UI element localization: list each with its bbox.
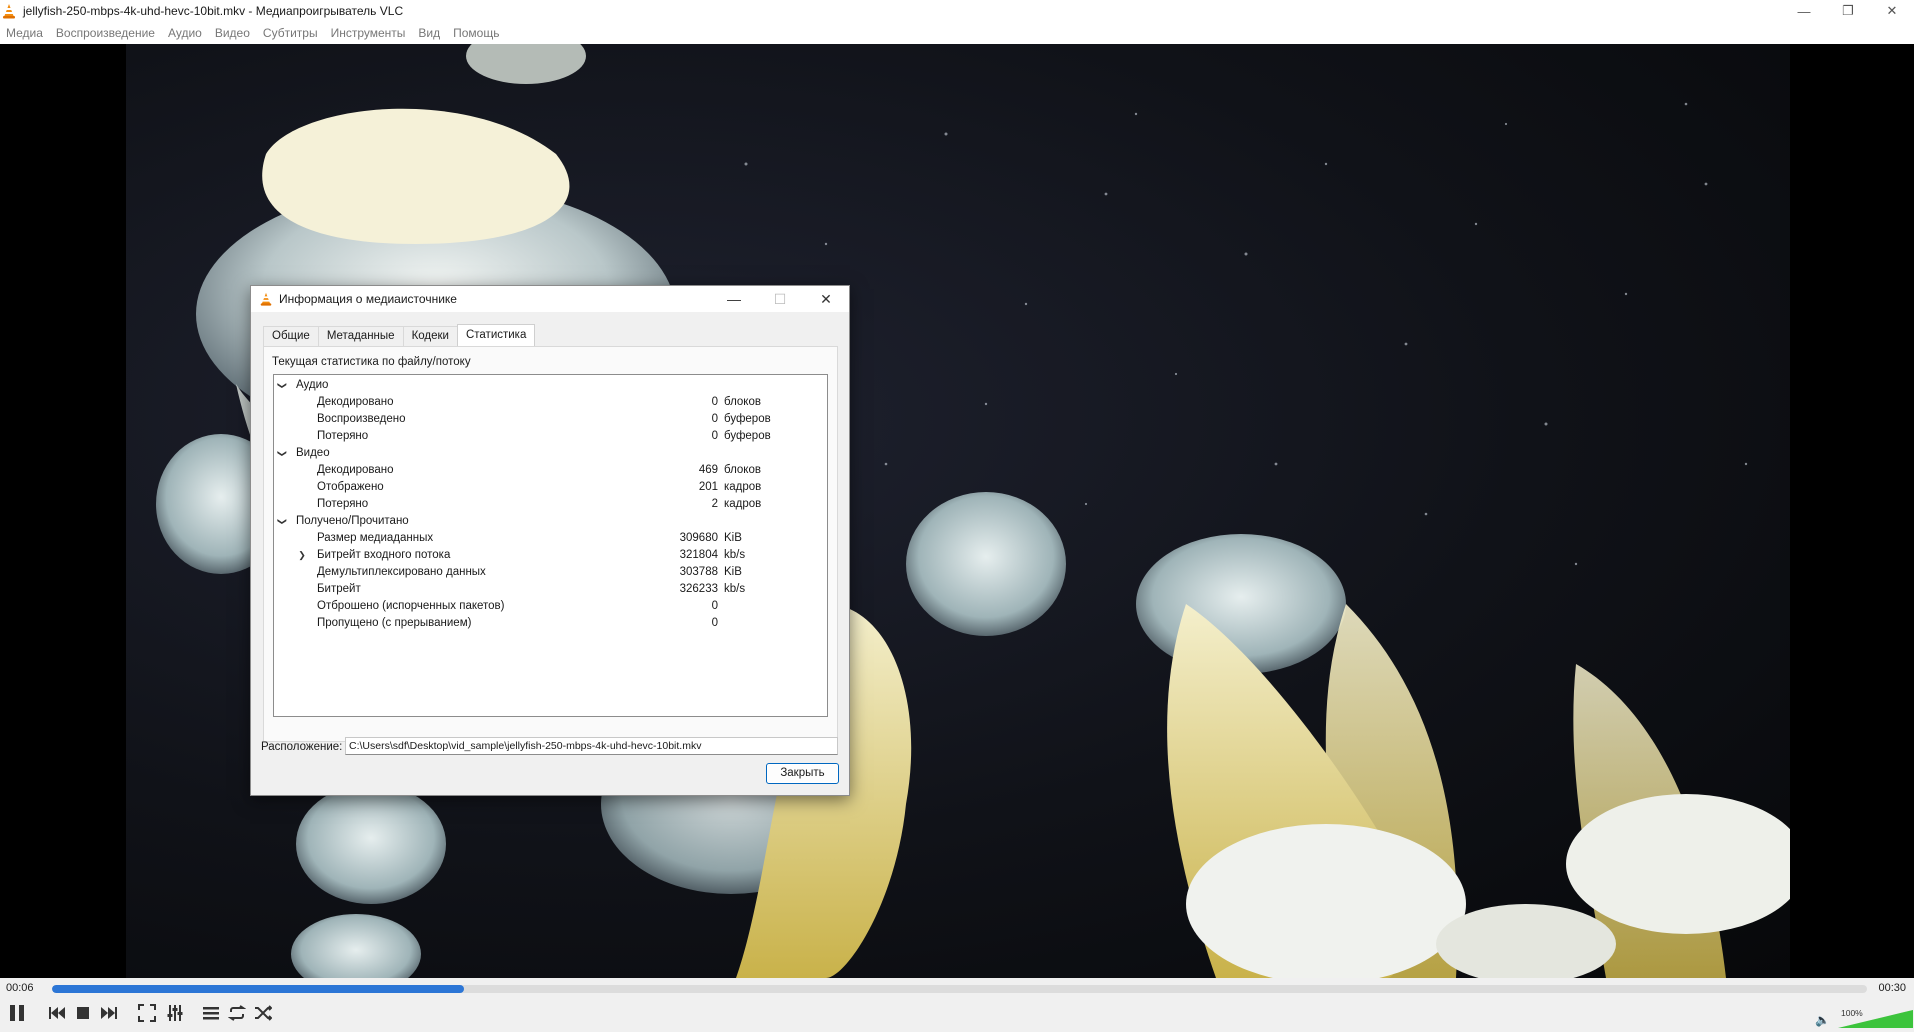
- previous-icon: [49, 1007, 65, 1019]
- maximize-icon: ☐: [773, 290, 787, 307]
- seek-bar[interactable]: [52, 985, 1867, 993]
- dialog-titlebar: Информация о медиаисточнике — ☐ ✕: [251, 286, 849, 312]
- loop-icon: [228, 1005, 246, 1021]
- menu-bar: Медиа Воспроизведение Аудио Видео Субтит…: [0, 22, 1914, 44]
- menu-tools[interactable]: Инструменты: [325, 26, 413, 40]
- dialog-tabs: Общие Метаданные Кодеки Статистика: [263, 324, 536, 346]
- maximize-button[interactable]: ❐: [1826, 0, 1870, 22]
- tab-statistics[interactable]: Статистика: [456, 324, 536, 346]
- statistics-tree[interactable]: ❯ Аудио Декодировано 0 блоков Воспроизве…: [273, 374, 828, 717]
- tab-codecs[interactable]: Кодеки: [402, 326, 458, 346]
- close-icon: ✕: [1886, 3, 1898, 18]
- volume-percent: 100%: [1841, 1008, 1863, 1018]
- statistics-heading: Текущая статистика по файлу/потоку: [272, 356, 471, 368]
- tree-group-audio[interactable]: ❯ Аудио: [274, 377, 827, 394]
- minimize-icon: —: [1797, 3, 1811, 19]
- shuffle-button[interactable]: [252, 1002, 274, 1024]
- minimize-icon: —: [727, 291, 741, 307]
- tree-row: Отброшено (испорченных пакетов) 0: [317, 600, 718, 612]
- chevron-right-icon[interactable]: ❯: [296, 547, 308, 564]
- fullscreen-icon: [138, 1004, 156, 1022]
- playback-controls: 00:06 00:30 🔈 100%: [0, 978, 1914, 1032]
- tree-row: Декодировано 469 блоков: [317, 464, 761, 476]
- chevron-down-icon[interactable]: ❯: [274, 448, 291, 460]
- tree-group-input[interactable]: ❯ Получено/Прочитано: [274, 513, 827, 530]
- elapsed-time: 00:06: [6, 982, 34, 994]
- tree-row: Отображено 201 кадров: [317, 481, 762, 493]
- tab-metadata[interactable]: Метаданные: [317, 326, 404, 346]
- tree-row: Декодировано 0 блоков: [317, 396, 761, 408]
- extended-settings-icon: [167, 1005, 183, 1021]
- total-time[interactable]: 00:30: [1878, 982, 1906, 994]
- media-info-dialog: Информация о медиаисточнике — ☐ ✕ Общие …: [250, 285, 850, 796]
- dialog-close-x-button[interactable]: ✕: [803, 286, 849, 312]
- loop-button[interactable]: [226, 1002, 248, 1024]
- next-icon: [101, 1007, 117, 1019]
- tree-row: Воспроизведено 0 буферов: [317, 413, 771, 425]
- location-label: Расположение:: [261, 741, 343, 753]
- playlist-icon: [203, 1007, 219, 1020]
- vlc-logo-icon: [260, 292, 272, 306]
- location-field[interactable]: C:\Users\sdf\Desktop\vid_sample\jellyfis…: [345, 737, 838, 755]
- tree-row-input-bitrate[interactable]: ❯ Битрейт входного потока 321804 kb/s: [274, 547, 827, 564]
- playlist-button[interactable]: [200, 1002, 222, 1024]
- statistics-panel: Текущая статистика по файлу/потоку ❯ Ауд…: [263, 346, 838, 742]
- dialog-minimize-button[interactable]: —: [711, 286, 757, 312]
- tab-general[interactable]: Общие: [263, 326, 319, 346]
- pause-button[interactable]: [6, 1002, 28, 1024]
- seek-progress: [52, 985, 464, 993]
- stop-icon: [77, 1007, 89, 1019]
- dialog-maximize-button: ☐: [757, 286, 803, 312]
- restore-icon: ❐: [1842, 3, 1854, 18]
- minimize-button[interactable]: —: [1782, 0, 1826, 22]
- vlc-logo-icon: [3, 4, 15, 19]
- tree-row: Размер медиаданных 309680 KiB: [317, 532, 742, 544]
- pause-icon: [10, 1005, 24, 1021]
- menu-help[interactable]: Помощь: [447, 26, 506, 40]
- tree-row: Потеряно 0 буферов: [317, 430, 771, 442]
- tree-row: Битрейт 326233 kb/s: [317, 583, 746, 595]
- stop-button[interactable]: [72, 1002, 94, 1024]
- previous-button[interactable]: [46, 1002, 68, 1024]
- close-window-button[interactable]: ✕: [1870, 0, 1914, 22]
- chevron-down-icon[interactable]: ❯: [274, 380, 291, 392]
- next-button[interactable]: [98, 1002, 120, 1024]
- menu-media[interactable]: Медиа: [0, 26, 50, 40]
- fullscreen-button[interactable]: [136, 1002, 158, 1024]
- tree-group-video[interactable]: ❯ Видео: [274, 445, 827, 462]
- tree-row: Потеряно 2 кадров: [317, 498, 762, 510]
- close-icon: ✕: [820, 290, 832, 307]
- menu-playback[interactable]: Воспроизведение: [50, 26, 162, 40]
- volume-icon[interactable]: 🔈: [1815, 1013, 1830, 1027]
- chevron-down-icon[interactable]: ❯: [274, 516, 291, 528]
- tree-row: Пропущено (с прерыванием) 0: [317, 617, 718, 629]
- menu-subtitles[interactable]: Субтитры: [257, 26, 325, 40]
- menu-audio[interactable]: Аудио: [162, 26, 209, 40]
- dialog-title: Информация о медиаисточнике: [279, 292, 457, 306]
- window-title: jellyfish-250-mbps-4k-uhd-hevc-10bit.mkv…: [23, 4, 404, 18]
- shuffle-icon: [255, 1005, 272, 1021]
- close-button[interactable]: Закрыть: [766, 763, 839, 784]
- menu-video[interactable]: Видео: [209, 26, 257, 40]
- extended-settings-button[interactable]: [164, 1002, 186, 1024]
- menu-view[interactable]: Вид: [412, 26, 447, 40]
- window-titlebar: jellyfish-250-mbps-4k-uhd-hevc-10bit.mkv…: [0, 0, 1914, 22]
- tree-row: Демультиплексировано данных 303788 KiB: [317, 566, 742, 578]
